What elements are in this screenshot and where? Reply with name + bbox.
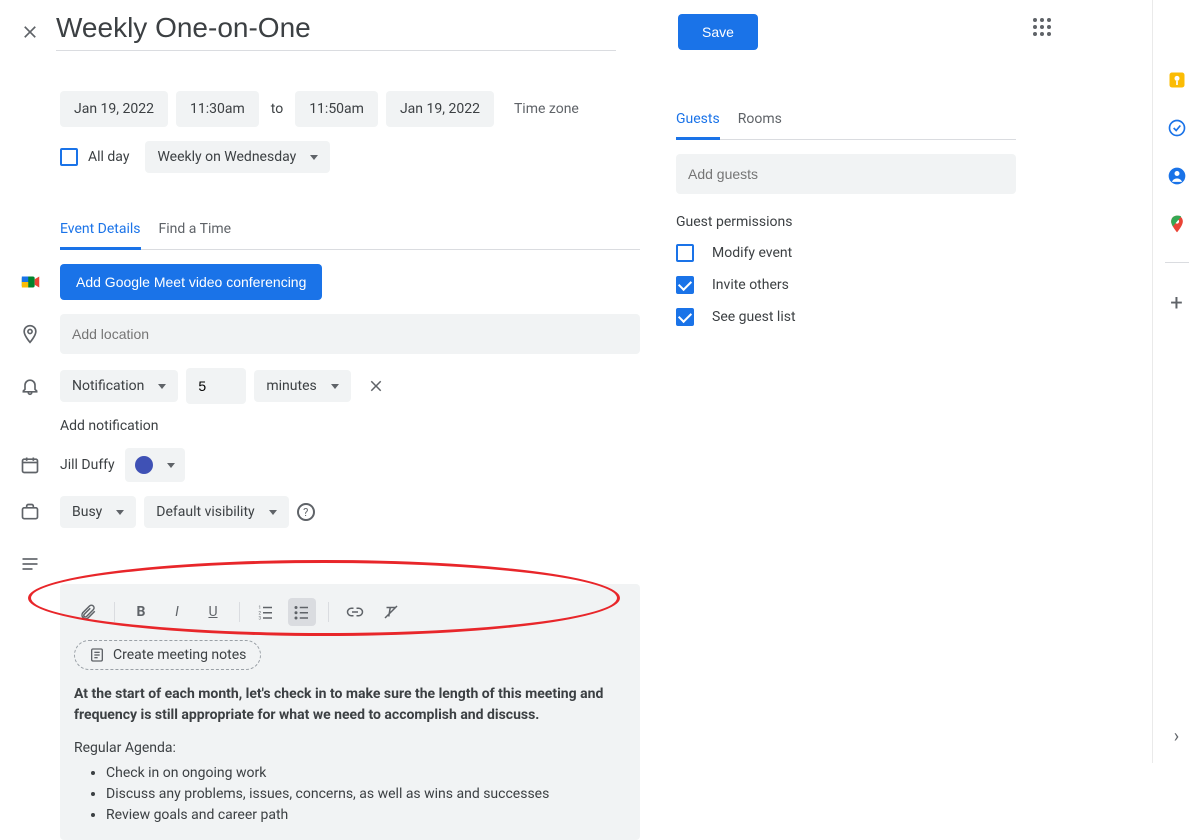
add-addon-icon[interactable]: + xyxy=(1170,291,1182,316)
notification-value-input[interactable] xyxy=(186,368,246,404)
invite-others-checkbox[interactable] xyxy=(676,276,694,294)
location-input[interactable] xyxy=(60,314,640,354)
svg-text:3: 3 xyxy=(259,616,262,622)
calendar-icon xyxy=(20,455,60,475)
location-icon xyxy=(20,324,60,344)
save-button[interactable]: Save xyxy=(678,14,758,50)
description-icon xyxy=(20,554,60,574)
allday-label: All day xyxy=(88,149,129,165)
availability-dropdown[interactable]: Busy xyxy=(60,496,136,528)
agenda-header: Regular Agenda: xyxy=(74,738,626,759)
svg-text:2: 2 xyxy=(259,610,262,616)
description-bold-text: At the start of each month, let's check … xyxy=(74,686,603,723)
tasks-icon[interactable] xyxy=(1167,118,1187,138)
list-item: Discuss any problems, issues, concerns, … xyxy=(106,784,626,805)
numbered-list-icon[interactable]: 123 xyxy=(252,598,280,626)
see-guest-list-checkbox[interactable] xyxy=(676,308,694,326)
end-date-chip[interactable]: Jan 19, 2022 xyxy=(386,91,494,127)
side-panel: + › xyxy=(1152,0,1200,763)
underline-icon[interactable]: U xyxy=(199,598,227,626)
calendar-owner: Jill Duffy xyxy=(60,457,115,473)
close-icon[interactable] xyxy=(20,22,40,42)
tab-find-time[interactable]: Find a Time xyxy=(159,221,232,249)
notification-unit-dropdown[interactable]: minutes xyxy=(254,370,350,402)
italic-icon[interactable]: I xyxy=(163,598,191,626)
remove-notification-icon[interactable] xyxy=(367,377,385,395)
permissions-title: Guest permissions xyxy=(676,214,1016,230)
tab-event-details[interactable]: Event Details xyxy=(60,221,141,250)
contacts-icon[interactable] xyxy=(1167,166,1187,186)
attach-icon[interactable] xyxy=(74,598,102,626)
add-guests-input[interactable] xyxy=(676,154,1016,194)
modify-event-checkbox[interactable] xyxy=(676,244,694,262)
bell-icon xyxy=(20,376,60,396)
add-notification-link[interactable]: Add notification xyxy=(60,418,640,434)
help-icon[interactable]: ? xyxy=(297,503,315,521)
notification-type-dropdown[interactable]: Notification xyxy=(60,370,178,402)
bold-icon[interactable]: B xyxy=(127,598,155,626)
end-time-chip[interactable]: 11:50am xyxy=(295,91,378,127)
invite-others-label: Invite others xyxy=(712,277,789,293)
start-date-chip[interactable]: Jan 19, 2022 xyxy=(60,91,168,127)
tab-guests[interactable]: Guests xyxy=(676,111,720,140)
allday-checkbox[interactable] xyxy=(60,148,78,166)
collapse-panel-icon[interactable]: › xyxy=(1174,726,1179,747)
calendar-color-picker[interactable] xyxy=(125,448,185,482)
start-time-chip[interactable]: 11:30am xyxy=(176,91,259,127)
see-guest-list-label: See guest list xyxy=(712,309,796,325)
tab-rooms[interactable]: Rooms xyxy=(738,111,782,139)
maps-icon[interactable] xyxy=(1167,214,1187,234)
keep-icon[interactable] xyxy=(1167,70,1187,90)
color-dot xyxy=(135,456,153,474)
list-item: Review goals and career path xyxy=(106,805,626,826)
visibility-dropdown[interactable]: Default visibility xyxy=(144,496,288,528)
apps-icon[interactable] xyxy=(1033,18,1051,36)
list-item: Check in on ongoing work xyxy=(106,763,626,784)
clear-format-icon[interactable] xyxy=(377,598,405,626)
to-label: to xyxy=(267,101,287,117)
recurrence-dropdown[interactable]: Weekly on Wednesday xyxy=(145,141,330,173)
meet-icon xyxy=(20,271,60,293)
briefcase-icon xyxy=(20,502,60,522)
svg-text:1: 1 xyxy=(259,605,262,611)
modify-event-label: Modify event xyxy=(712,245,792,261)
add-meet-button[interactable]: Add Google Meet video conferencing xyxy=(60,264,322,300)
event-title-input[interactable] xyxy=(56,12,616,51)
create-meeting-notes-button[interactable]: Create meeting notes xyxy=(74,640,261,670)
agenda-list: Check in on ongoing work Discuss any pro… xyxy=(106,763,626,826)
link-icon[interactable] xyxy=(341,598,369,626)
timezone-link[interactable]: Time zone xyxy=(514,101,579,117)
description-box[interactable]: B I U 123 Create me xyxy=(60,584,640,840)
bullet-list-icon[interactable] xyxy=(288,598,316,626)
